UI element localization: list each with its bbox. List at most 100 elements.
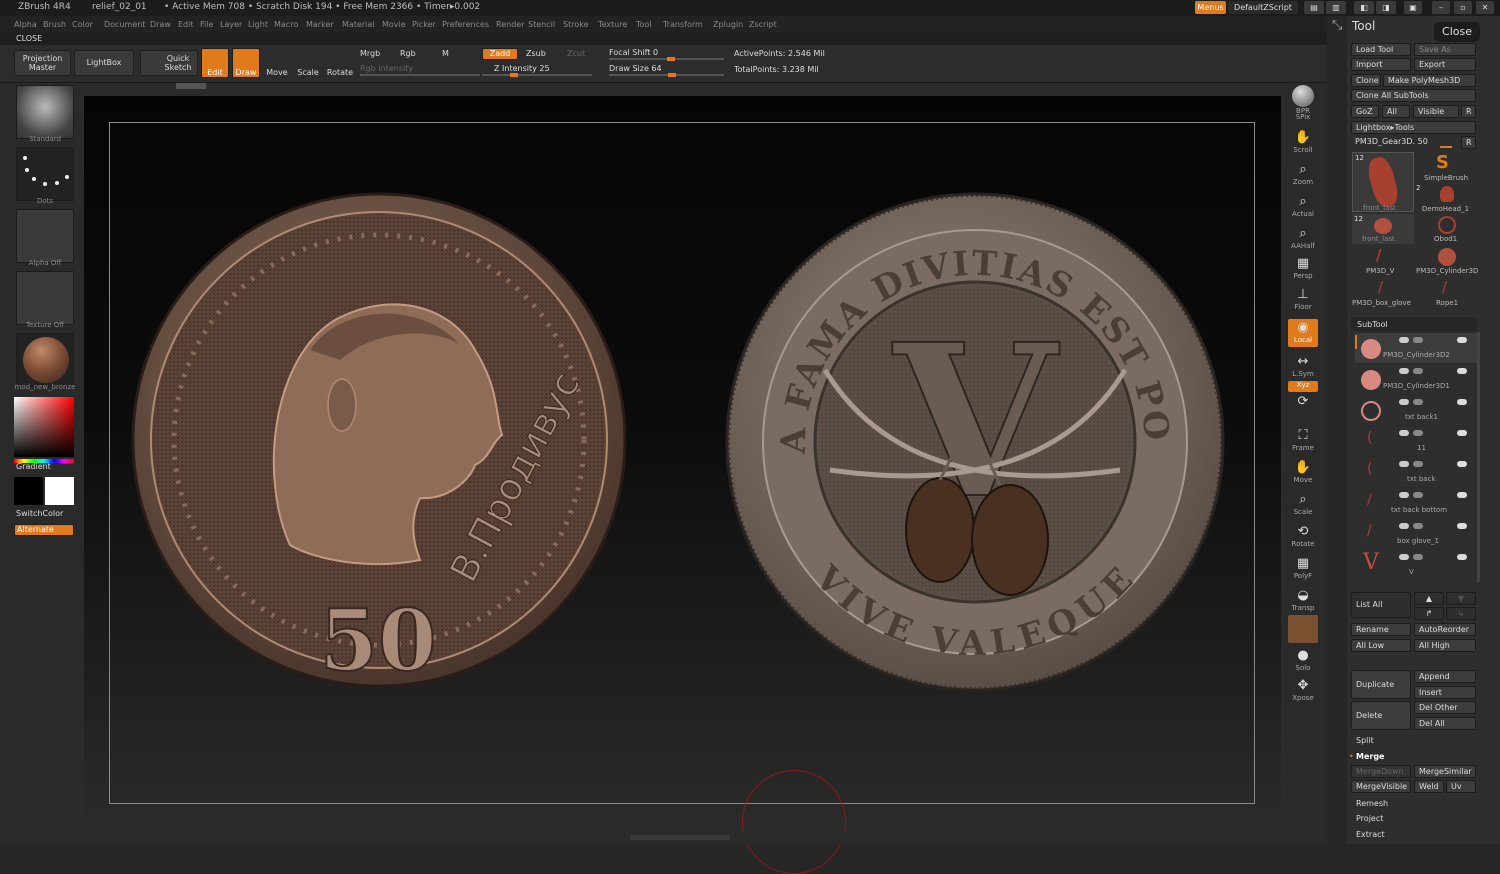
default-zscript-button[interactable]: DefaultZScript — [1228, 1, 1298, 14]
scroll-button[interactable]: ✋ Scroll — [1288, 129, 1318, 157]
split-section[interactable]: Split — [1356, 736, 1374, 745]
subtool-4-eye-icon[interactable] — [1457, 430, 1467, 436]
clone-button[interactable]: Clone — [1351, 74, 1381, 87]
menu-texture[interactable]: Texture — [598, 20, 627, 29]
secondary-color-swatch[interactable] — [45, 477, 74, 505]
project-section[interactable]: Project — [1356, 814, 1383, 823]
zsub-button[interactable]: Zsub — [526, 49, 546, 58]
xyz-button[interactable]: Xyz — [1288, 381, 1318, 392]
append-button[interactable]: Append — [1414, 670, 1476, 683]
subtool-item-6[interactable]: / txt back bottom — [1355, 487, 1477, 518]
quick-sketch-button[interactable]: Quick Sketch — [140, 50, 198, 76]
rotation-axis-icons[interactable]: ⟳ — [1288, 393, 1318, 419]
lsym-button[interactable]: ↔ L.Sym — [1288, 353, 1318, 381]
tool-thumb-pm3d-cylinder[interactable]: PM3D_Cylinder3D — [1416, 246, 1478, 276]
subtool-6-eye-icon[interactable] — [1457, 492, 1467, 498]
zcut-button[interactable]: Zcut — [567, 49, 585, 58]
menu-render[interactable]: Render — [496, 20, 524, 29]
menu-file[interactable]: File — [200, 20, 213, 29]
rgb-intensity-track[interactable] — [360, 74, 480, 76]
rotate-button[interactable]: ⟲ Rotate — [1288, 523, 1318, 551]
lock-icon[interactable]: ▣ — [1404, 1, 1422, 14]
menu-macro[interactable]: Macro — [274, 20, 298, 29]
floor-button[interactable]: ⊥ Floor — [1288, 286, 1318, 314]
mergedown-button[interactable]: MergeDown — [1351, 765, 1411, 778]
subtool-item-5[interactable]: ( txt back — [1355, 456, 1477, 487]
coins-render[interactable]: 50 В.Продивус V BONA FAMA DIVITIAS EST P… — [120, 180, 1240, 700]
layout-icon-2[interactable]: ▥ — [1326, 1, 1346, 14]
tool-thumb-front-last[interactable]: 12 front_last — [1352, 152, 1414, 212]
transp-button[interactable]: ◒ Transp — [1288, 587, 1318, 615]
z-intensity-slider[interactable]: Z Intensity 25 — [494, 64, 550, 73]
subtool-item-7[interactable]: / box glove_1 — [1355, 518, 1477, 549]
export-button[interactable]: Export — [1414, 58, 1476, 71]
insert-button[interactable]: Insert — [1414, 686, 1476, 699]
alternate-button[interactable]: Alternate — [14, 524, 74, 536]
all-low-button[interactable]: All Low — [1351, 639, 1411, 652]
scale-mode-button[interactable]: Scale — [294, 48, 322, 78]
menu-draw[interactable]: Draw — [150, 20, 171, 29]
layout-icon[interactable]: ▤ — [1304, 1, 1324, 14]
subtool-header[interactable]: SubTool — [1351, 317, 1477, 331]
tool-pin-icon[interactable]: ⤡ — [1332, 18, 1342, 33]
del-all-button[interactable]: Del All — [1414, 717, 1476, 730]
ghost-button[interactable] — [1288, 615, 1318, 643]
subtool-3-eye-icon[interactable] — [1457, 399, 1467, 405]
menu-tool[interactable]: Tool — [636, 20, 652, 29]
close-window-icon[interactable]: ✕ — [1476, 1, 1494, 14]
move-button[interactable]: ✋ Move — [1288, 459, 1318, 487]
layout-icon-4[interactable]: ◨ — [1376, 1, 1396, 14]
delete-button[interactable]: Delete — [1351, 701, 1411, 730]
subtool-item-2[interactable]: PM3D_Cylinder3D1 — [1355, 363, 1477, 394]
duplicate-button[interactable]: Duplicate — [1351, 670, 1411, 699]
lightbox-tools-button[interactable]: Lightbox▸Tools — [1351, 121, 1476, 134]
stroke-thumbnail[interactable] — [16, 147, 74, 201]
tool-thumb-demohead[interactable]: 2 DemoHead_1 — [1416, 184, 1476, 214]
draw-mode-button[interactable]: Draw — [232, 48, 260, 78]
menu-material[interactable]: Material — [342, 20, 375, 29]
subtool-8-eye-icon[interactable] — [1457, 554, 1467, 560]
mergevisible-button[interactable]: MergeVisible — [1351, 780, 1411, 793]
remesh-section[interactable]: Remesh — [1356, 799, 1388, 808]
move-up-redo-icon[interactable]: ↱ — [1414, 607, 1444, 620]
subtool-item-3[interactable]: txt back1 — [1355, 394, 1477, 425]
rgb-intensity-slider[interactable]: Rgb Intensity — [360, 64, 413, 73]
subtool-5-eye-icon[interactable] — [1457, 461, 1467, 467]
brush-thumbnail[interactable] — [16, 85, 74, 139]
all-high-button[interactable]: All High — [1414, 639, 1476, 652]
persp-button[interactable]: ▦ Persp — [1288, 255, 1318, 283]
rgb-button[interactable]: Rgb — [400, 49, 416, 58]
tool-thumb-front-last-2[interactable]: 12 front_last — [1352, 214, 1414, 244]
focal-shift-slider[interactable]: Focal Shift 0 — [609, 48, 658, 57]
move-up-arrow-icon[interactable]: ▲ — [1414, 592, 1444, 605]
move-down-arrow-icon[interactable]: ▼ — [1446, 592, 1476, 605]
tool-thumb-simplebrush[interactable]: S SimpleBrush — [1416, 152, 1476, 184]
gradient-label[interactable]: Gradient — [16, 462, 51, 471]
panel-close-button[interactable]: Close — [1434, 22, 1480, 42]
focal-shift-track[interactable] — [609, 57, 724, 61]
autoreorder-button[interactable]: AutoReorder — [1414, 623, 1476, 636]
texture-thumbnail[interactable] — [16, 271, 74, 325]
goz-visible-button[interactable]: Visible — [1413, 105, 1459, 118]
merge-section[interactable]: Merge — [1356, 752, 1384, 761]
switchcolor-button[interactable]: SwitchColor — [16, 509, 63, 518]
draw-size-slider[interactable]: Draw Size 64 — [609, 64, 662, 73]
zoom-button[interactable]: ⌕ Zoom — [1288, 161, 1318, 189]
tool-thumb-box-glove[interactable]: / PM3D_box_glove — [1352, 278, 1414, 308]
menu-alpha[interactable]: Alpha — [14, 20, 37, 29]
goz-r-button[interactable]: R — [1461, 105, 1476, 118]
menu-zscript[interactable]: Zscript — [749, 20, 777, 29]
minimize-icon[interactable]: – — [1432, 1, 1450, 14]
menu-zplugin[interactable]: Zplugin — [713, 20, 743, 29]
z-intensity-track[interactable] — [482, 73, 592, 77]
uv-button[interactable]: Uv — [1446, 780, 1476, 793]
current-tool-slider[interactable] — [1440, 146, 1452, 148]
import-button[interactable]: Import — [1351, 58, 1411, 71]
tool-thumb-rope1[interactable]: / Rope1 — [1416, 278, 1476, 308]
close-button[interactable]: CLOSE — [16, 34, 42, 43]
menu-picker[interactable]: Picker — [412, 20, 436, 29]
maximize-icon[interactable]: ▫ — [1454, 1, 1472, 14]
subtool-item-4[interactable]: ( 11 — [1355, 425, 1477, 456]
menu-preferences[interactable]: Preferences — [442, 20, 489, 29]
bottom-scroll-handle[interactable] — [630, 835, 730, 840]
